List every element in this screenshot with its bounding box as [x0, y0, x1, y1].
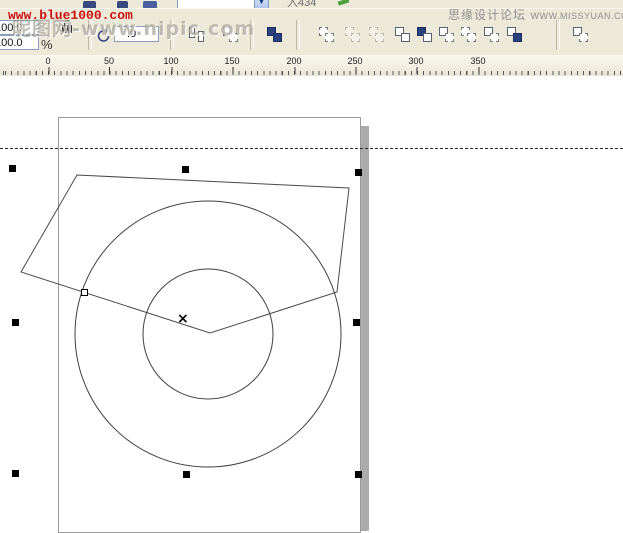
- create-boundary-button[interactable]: [568, 22, 592, 46]
- notched-polygon-shape[interactable]: [21, 175, 349, 333]
- group-button[interactable]: [314, 22, 338, 46]
- import-icon[interactable]: [143, 1, 157, 8]
- back-minus-front-button[interactable]: [502, 22, 526, 46]
- horizontal-ruler[interactable]: 0 50 100 150 200 250 300 350: [0, 55, 623, 77]
- ruler-ticks: [0, 71, 623, 75]
- selection-handle-bottom-left[interactable]: [12, 470, 19, 477]
- trim-button[interactable]: [412, 22, 436, 46]
- selection-handle-top-left[interactable]: [9, 165, 16, 172]
- curve-node-marker[interactable]: [81, 289, 88, 296]
- ruler-mark: 150: [224, 56, 239, 66]
- application-window: ▼ 入434 % 0 50: [0, 0, 623, 531]
- selection-handle-bottom-right[interactable]: [355, 471, 362, 478]
- ruler-mark: 300: [408, 56, 423, 66]
- missyuan-en-text: WWW.MISSYUAN.COM: [530, 11, 623, 21]
- chevron-down-icon[interactable]: ▼: [254, 0, 268, 8]
- selection-handle-middle-right[interactable]: [353, 319, 360, 326]
- selection-handle-top-right[interactable]: [355, 169, 362, 176]
- selection-handle-top-middle[interactable]: [182, 166, 189, 173]
- ruler-mark: 350: [470, 56, 485, 66]
- weld-button[interactable]: [390, 22, 414, 46]
- selection-handle-bottom-middle[interactable]: [183, 471, 190, 478]
- ungroup-all-button[interactable]: [364, 22, 388, 46]
- ruler-mark: 0: [45, 56, 50, 66]
- print-icon[interactable]: [117, 1, 128, 8]
- simplify-button[interactable]: [456, 22, 480, 46]
- selection-handle-middle-left[interactable]: [12, 319, 19, 326]
- ruler-mark: 50: [104, 56, 114, 66]
- zoom-level-combobox[interactable]: ▼: [177, 0, 269, 8]
- to-front-button[interactable]: [262, 22, 286, 46]
- toolbar-text-fragment: 入434: [287, 0, 316, 8]
- drawing-canvas[interactable]: ×: [0, 76, 623, 531]
- ruler-mark: 100: [163, 56, 178, 66]
- ungroup-button[interactable]: [340, 22, 364, 46]
- missyuan-watermark: 思缘设计论坛 WWW.MISSYUAN.COM: [448, 6, 623, 24]
- missyuan-cn-text: 思缘设计论坛: [448, 8, 526, 22]
- intersect-button[interactable]: [434, 22, 458, 46]
- outer-circle-shape[interactable]: [75, 201, 341, 467]
- vector-objects: [0, 76, 623, 531]
- selection-center-marker: ×: [177, 312, 189, 326]
- ruler-mark: 200: [286, 56, 301, 66]
- save-icon[interactable]: [83, 1, 96, 8]
- ruler-mark: 250: [347, 56, 362, 66]
- graph-paper-icon[interactable]: [337, 0, 350, 7]
- blue1000-watermark: www.blue1000.com: [8, 8, 133, 23]
- inner-circle-shape[interactable]: [143, 269, 273, 399]
- front-minus-back-button[interactable]: [479, 22, 503, 46]
